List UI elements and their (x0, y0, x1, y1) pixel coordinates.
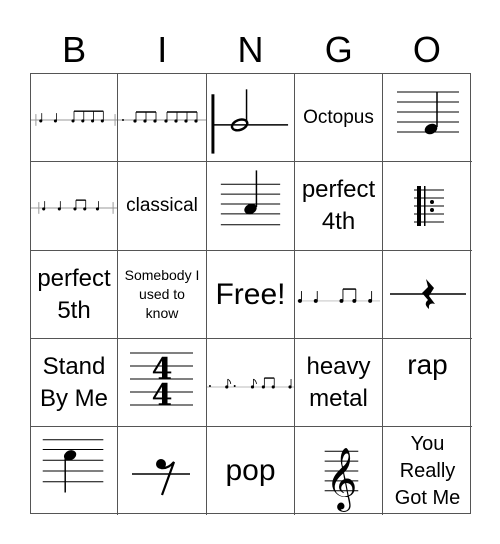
bingo-cell[interactable]: heavy metal (295, 339, 383, 427)
svg-text:4: 4 (152, 378, 173, 413)
bingo-cell[interactable] (31, 162, 118, 251)
bingo-cell[interactable]: Stand By Me (31, 339, 118, 427)
cell-text: classical (126, 195, 198, 216)
bingo-cell[interactable]: Octopus (295, 74, 383, 162)
bingo-board: Octopus classical perfect 4th perfect 5t… (30, 73, 472, 515)
rhythm-quarters-eighth-pair-icon (296, 287, 381, 303)
header-letter-g: G (324, 29, 353, 70)
cell-text: rap (407, 349, 448, 380)
cell-text: perfect 4th (301, 176, 376, 235)
repeat-sign-icon (413, 186, 444, 226)
time-signature-4-4-icon: 44 (130, 352, 193, 413)
bingo-header: B I N G O (30, 24, 471, 76)
cell-text: Free! (215, 277, 286, 311)
bingo-cell[interactable] (207, 162, 295, 251)
staff-note-e-icon (396, 91, 459, 134)
bingo-cell[interactable] (31, 74, 118, 162)
bingo-cell[interactable] (31, 427, 118, 515)
bingo-cell[interactable]: You Really Got Me (383, 427, 472, 515)
rhythm-eighth-rests-icon (207, 376, 294, 389)
eighth-rest-icon (132, 459, 190, 496)
staff-note-g-icon (220, 170, 281, 226)
rhythm-eighth-groups-icon (118, 110, 206, 123)
bingo-cell[interactable]: Free! (207, 251, 295, 339)
bingo-cell[interactable]: classical (118, 162, 207, 251)
bingo-cell[interactable] (118, 427, 207, 515)
rhythm-quarters-eighths-icon (31, 109, 117, 126)
bingo-cell[interactable] (207, 339, 295, 427)
header-letter-i: I (157, 29, 168, 70)
bingo-cell[interactable]: 𝄞 (295, 427, 383, 515)
svg-text:𝄞: 𝄞 (326, 447, 358, 512)
cell-text: Somebody I used to know (124, 267, 200, 321)
bingo-cell[interactable] (207, 74, 295, 162)
bingo-cell[interactable] (118, 74, 207, 162)
bingo-cell[interactable] (295, 251, 383, 339)
header-letter-o: O (412, 29, 441, 70)
bingo-cell[interactable]: 44 (118, 339, 207, 427)
half-note-icon (211, 88, 289, 154)
cell-text: You Really Got Me (394, 432, 461, 509)
bingo-cell[interactable]: pop (207, 427, 295, 515)
bingo-cell[interactable] (383, 162, 472, 251)
header-letter-n: N (237, 29, 264, 70)
staff-note-c-icon (42, 439, 104, 493)
cell-text: pop (225, 454, 276, 487)
bingo-cell[interactable] (383, 74, 472, 162)
cell-text: perfect 5th (37, 264, 111, 324)
cell-text: Octopus (303, 106, 374, 128)
header-letter-b: B (62, 29, 87, 70)
bingo-cell[interactable]: perfect 4th (295, 162, 383, 251)
bingo-cell[interactable]: rap (383, 339, 472, 427)
rhythm-quarters-eighth-pair-icon (31, 199, 117, 214)
bingo-cell[interactable]: perfect 5th (31, 251, 118, 339)
treble-clef-icon: 𝄞 (324, 447, 359, 512)
cell-text: heavy metal (306, 352, 371, 412)
cell-text: Stand By Me (39, 352, 108, 412)
bingo-cell[interactable] (383, 251, 472, 339)
quarter-rest-icon (389, 278, 466, 309)
bingo-cell[interactable]: Somebody I used to know (118, 251, 207, 339)
